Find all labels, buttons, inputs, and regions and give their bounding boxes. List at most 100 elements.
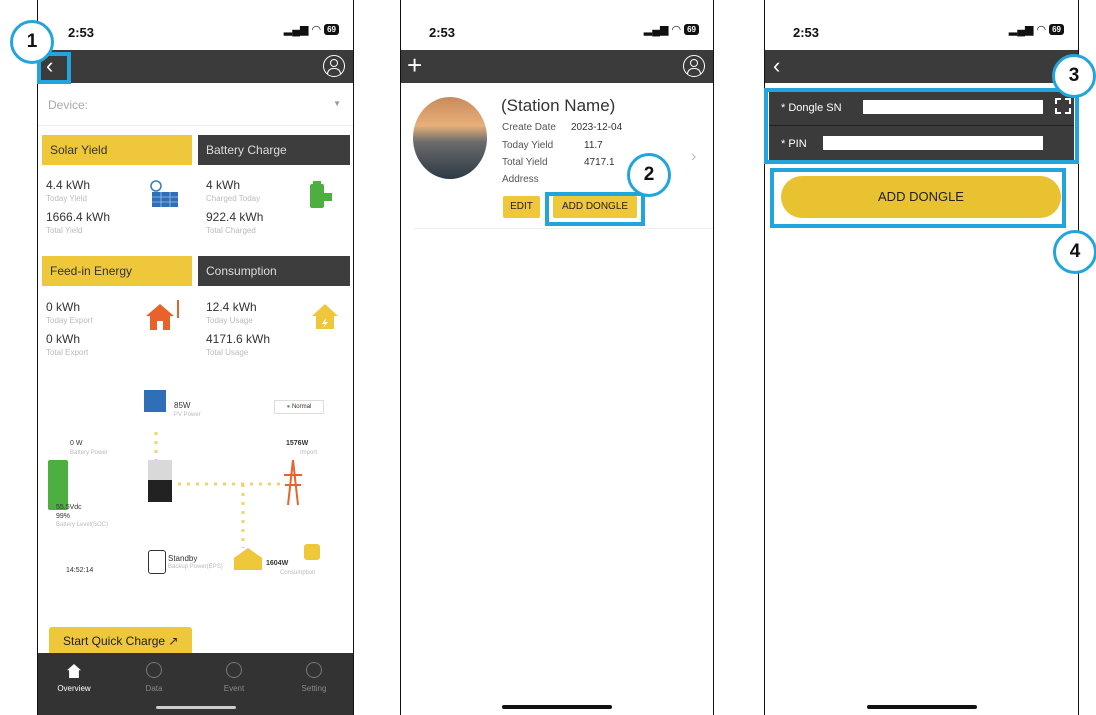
solar-total-label: Total Yield — [46, 226, 83, 235]
refresh-icon[interactable] — [304, 544, 320, 560]
signal-icon: ▂▄▆ — [283, 24, 309, 36]
consumption-total-value: 4171.6 kWh — [206, 332, 271, 346]
import-label: Import — [300, 450, 318, 456]
home-tab-icon — [67, 664, 81, 678]
consumption-today-label: Today Usage — [206, 316, 253, 325]
wifi-icon: ◠ — [671, 24, 682, 36]
solar-today-label: Today Yield — [46, 194, 87, 203]
feed-in-header: Feed-in Energy — [42, 256, 192, 286]
gear-icon — [306, 662, 322, 678]
solar-today-value: 4.4 kWh — [46, 178, 91, 192]
callout-box-add-dongle — [545, 192, 645, 226]
eps-plug-icon — [148, 550, 166, 574]
feedin-total-label: Total Export — [46, 348, 89, 357]
consumption-today-value: 12.4 kWh — [206, 300, 257, 314]
app-header: + — [401, 50, 713, 83]
status-icons: ▂▄▆ ◠ 69 — [644, 23, 699, 36]
tab-event[interactable]: Event — [204, 662, 264, 693]
home-indicator — [502, 705, 612, 709]
battery-total-label: Total Charged — [206, 226, 256, 235]
battery-charge-header: Battery Charge — [198, 135, 350, 165]
overview-screen: 2:53 ▂▄▆ ◠ 69 ‹ Device: ▼ Solar Yield Ba… — [37, 0, 354, 715]
tab-data-label: Data — [145, 684, 163, 693]
tab-overview[interactable]: Overview — [44, 664, 104, 693]
app-header: ‹ — [765, 50, 1078, 83]
feedin-today-label: Today Export — [46, 316, 93, 325]
battery-power-value: 0 W — [70, 440, 83, 447]
device-placeholder: Device: — [48, 98, 89, 112]
consumption-power-label: Consumption — [280, 570, 316, 576]
battery-plug-icon — [310, 181, 332, 208]
battery-today-label: Charged Today — [206, 194, 261, 203]
divider — [413, 228, 713, 229]
status-normal-badge: ● Normal — [274, 400, 324, 414]
status-time: 2:53 — [429, 25, 456, 40]
pv-icon — [144, 390, 166, 412]
wifi-icon: ◠ — [311, 24, 322, 36]
battery-soc: 99% — [56, 513, 71, 520]
station-list-screen: 2:53 ▂▄▆ ◠ 69 + (Station Name) Create Da… — [400, 0, 714, 715]
battery-today-value: 4 kWh — [206, 178, 241, 192]
battery-icon: 69 — [684, 24, 699, 35]
start-quick-charge-button[interactable]: Start Quick Charge ↗ — [49, 627, 192, 655]
feedin-today-value: 0 kWh — [46, 300, 81, 314]
total-yield-value: 4717.1 — [584, 157, 615, 168]
consumption-power-value: 1604W — [266, 560, 289, 567]
wifi-icon: ◠ — [1036, 24, 1047, 36]
battery-voltage: 55.5Vdc — [56, 504, 82, 511]
consumption-header: Consumption — [198, 256, 350, 286]
battery-soc-label: Battery Level(SOC) — [56, 522, 109, 528]
signal-icon: ▂▄▆ — [1008, 24, 1034, 36]
device-select[interactable]: Device: ▼ — [38, 83, 353, 126]
bottom-tab-bar: Overview Data Event Setting — [38, 653, 353, 715]
station-name[interactable]: (Station Name) — [501, 96, 615, 116]
home-indicator — [155, 706, 236, 709]
callout-badge-4: 4 — [1053, 230, 1096, 274]
callout-badge-1: 1 — [10, 20, 54, 64]
total-yield-label: Total Yield — [502, 157, 548, 168]
status-icons: ▂▄▆ ◠ 69 — [1009, 23, 1064, 36]
solar-total-value: 1666.4 kWh — [46, 210, 111, 224]
consumption-total-label: Total Usage — [206, 348, 249, 357]
create-date-label: Create Date — [502, 122, 556, 133]
status-icons: ▂▄▆ ◠ 69 — [284, 23, 339, 36]
chevron-right-icon[interactable]: › — [691, 148, 696, 166]
flow-timestamp: 14:52:14 — [66, 567, 94, 574]
battery-icon: 69 — [1049, 24, 1064, 35]
bell-icon — [226, 662, 242, 678]
plus-icon[interactable]: + — [407, 52, 422, 78]
callout-badge-2: 2 — [627, 153, 671, 197]
tab-setting-label: Setting — [301, 684, 327, 693]
status-time: 2:53 — [68, 25, 95, 40]
pv-power-label: PV Power — [174, 412, 201, 418]
battery-power-label: Battery Power — [70, 450, 108, 456]
address-label: Address — [502, 174, 539, 185]
station-photo — [413, 97, 487, 179]
pie-chart-icon — [146, 662, 162, 678]
today-yield-value: 11.7 — [584, 140, 603, 151]
signal-icon: ▂▄▆ — [643, 24, 669, 36]
home-icon — [312, 304, 338, 329]
tab-setting[interactable]: Setting — [284, 662, 344, 693]
tab-overview-label: Overview — [57, 684, 91, 693]
solar-panel-icon — [150, 180, 178, 207]
import-power-value: 1576W — [286, 440, 309, 447]
app-header: ‹ — [38, 50, 353, 83]
house-grid-icon — [146, 300, 179, 330]
create-date-value: 2023-12-04 — [571, 122, 623, 133]
user-profile-icon[interactable] — [323, 55, 345, 77]
callout-badge-3: 3 — [1052, 54, 1096, 98]
tab-event-label: Event — [223, 684, 245, 693]
tab-data[interactable]: Data — [124, 662, 184, 693]
callout-box-form — [764, 88, 1079, 164]
chevron-down-icon: ▼ — [333, 99, 341, 108]
feedin-total-value: 0 kWh — [46, 332, 81, 346]
user-profile-icon[interactable] — [683, 55, 705, 77]
today-yield-label: Today Yield — [502, 140, 554, 151]
battery-icon: 69 — [324, 24, 339, 35]
callout-box-submit — [770, 168, 1066, 228]
back-icon[interactable]: ‹ — [773, 54, 780, 78]
edit-button[interactable]: EDIT — [503, 196, 540, 218]
eps-label: Backup Power(EPS) — [168, 564, 223, 570]
solar-yield-header: Solar Yield — [42, 135, 192, 165]
